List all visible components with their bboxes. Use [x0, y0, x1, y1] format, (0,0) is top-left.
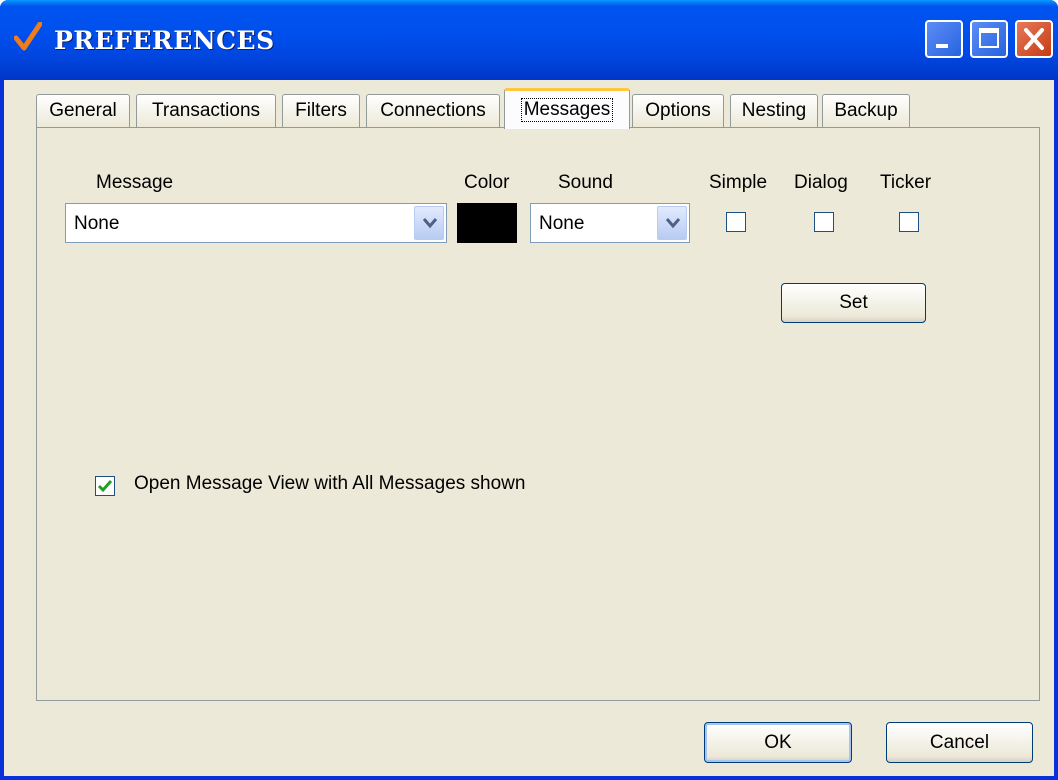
tab-connections[interactable]: Connections	[366, 94, 500, 127]
title-bar[interactable]: PREFERENCES	[0, 0, 1058, 80]
close-icon	[1024, 28, 1044, 50]
message-select-value: None	[74, 213, 120, 234]
tab-backup[interactable]: Backup	[822, 94, 910, 127]
tab-filters[interactable]: Filters	[282, 94, 360, 127]
checkmark-icon	[97, 480, 113, 493]
window-title: PREFERENCES	[54, 26, 275, 55]
tab-messages[interactable]: Messages	[504, 88, 630, 129]
color-header: Color	[464, 172, 510, 193]
minimize-button[interactable]	[925, 20, 963, 58]
open-message-view-label[interactable]: Open Message View with All Messages show…	[134, 473, 525, 495]
tab-options[interactable]: Options	[632, 94, 724, 127]
sound-select-value: None	[539, 213, 585, 234]
chevron-down-icon	[665, 218, 681, 229]
cancel-button[interactable]: Cancel	[886, 722, 1033, 763]
color-swatch[interactable]	[457, 203, 517, 243]
maximize-icon	[979, 28, 999, 48]
chevron-down-icon	[422, 218, 438, 229]
sound-header: Sound	[558, 172, 613, 193]
dialog-header: Dialog	[794, 172, 848, 193]
ticker-checkbox[interactable]	[899, 212, 919, 232]
close-button[interactable]	[1015, 20, 1053, 58]
ticker-header: Ticker	[880, 172, 932, 193]
tab-general[interactable]: General	[36, 94, 130, 127]
dialog-checkbox[interactable]	[814, 212, 834, 232]
tab-nesting[interactable]: Nesting	[730, 94, 818, 127]
message-select[interactable]: None	[65, 203, 447, 243]
simple-checkbox[interactable]	[726, 212, 746, 232]
sound-dropdown-button[interactable]	[657, 206, 687, 240]
sound-select[interactable]: None	[530, 203, 690, 243]
preferences-window: PREFERENCES General Transactions Filters…	[0, 0, 1058, 780]
maximize-button[interactable]	[970, 20, 1008, 58]
checkmark-logo-icon	[14, 22, 42, 51]
set-button[interactable]: Set	[781, 283, 926, 323]
message-header: Message	[96, 172, 174, 193]
minimize-icon	[936, 44, 948, 48]
open-message-view-checkbox[interactable]	[95, 476, 115, 496]
message-dropdown-button[interactable]	[414, 206, 444, 240]
simple-header: Simple	[709, 172, 768, 193]
ok-button[interactable]: OK	[704, 722, 852, 763]
tab-transactions[interactable]: Transactions	[136, 94, 276, 127]
